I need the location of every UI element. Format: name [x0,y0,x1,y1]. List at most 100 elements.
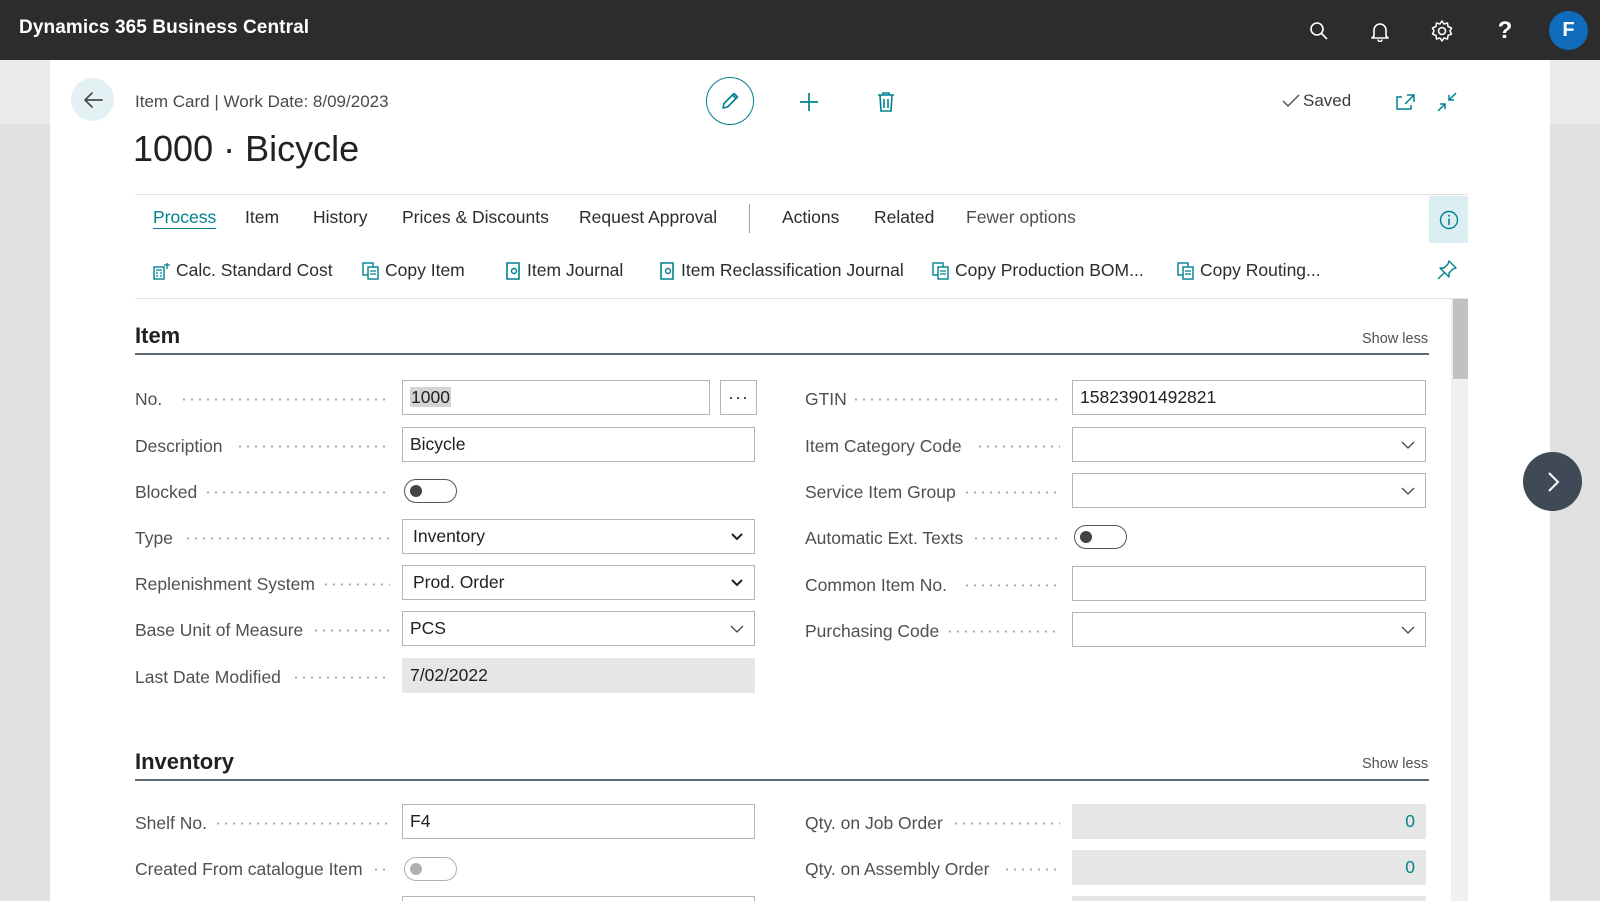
type-select[interactable]: Inventory [402,519,755,554]
inventory-show-less-link[interactable]: Show less [1362,756,1428,772]
base-unit-of-measure-label: Base Unit of Measure [135,620,304,640]
shelf-no-label: Shelf No. [135,813,207,833]
qty-on-assembly-order-field[interactable]: 0 [1072,850,1426,885]
delete-icon[interactable] [872,88,900,116]
journal-icon [660,261,674,280]
service-item-group-label: Service Item Group [805,482,956,502]
chevron-down-icon [1401,487,1415,495]
dot-leader [963,584,1060,587]
saved-status: Saved [1282,91,1351,111]
purchasing-code-field[interactable] [1072,612,1426,647]
item-show-less-link[interactable]: Show less [1362,331,1428,347]
type-value: Inventory [413,526,485,546]
avatar[interactable]: F [1549,11,1588,50]
pencil-icon [722,92,739,109]
copy-item-label: Copy Item [385,260,465,280]
created-from-catalogue-item-toggle [404,857,457,881]
replenishment-system-value: Prod. Order [413,572,505,592]
automatic-ext-texts-label: Automatic Ext. Texts [805,528,964,548]
saved-label: Saved [1303,91,1352,110]
inventory-section-divider [135,779,1429,781]
blocked-toggle[interactable] [404,479,457,503]
next-field-partial[interactable] [402,896,755,901]
search-icon[interactable] [1306,18,1332,44]
no-label: No. [135,389,163,409]
dot-leader [952,822,1060,825]
pin-icon[interactable] [1436,259,1458,286]
item-journal-label: Item Journal [527,260,624,280]
tab-process[interactable]: Process [153,207,216,228]
tab-actions[interactable]: Actions [782,207,839,228]
item-category-code-field[interactable] [1072,427,1426,462]
copy-routing-label: Copy Routing... [1200,260,1321,280]
dot-leader [292,676,390,679]
blocked-label: Blocked [135,482,198,502]
dot-leader [184,537,390,540]
scrollbar-track[interactable] [1451,299,1468,901]
shelf-no-field[interactable]: F4 [402,804,755,839]
page-title: 1000 · Bicycle [133,128,360,169]
calculator-icon [153,262,170,280]
back-button[interactable] [71,78,114,121]
gtin-label: GTIN [805,389,847,409]
dot-leader [204,491,390,494]
item-journal-button[interactable]: Item Journal [503,260,623,281]
common-item-no-field[interactable] [1072,566,1426,601]
fewer-options-button[interactable]: Fewer options [966,207,1076,228]
scrollbar-thumb[interactable] [1453,299,1468,379]
service-item-group-field[interactable] [1072,473,1426,508]
base-unit-of-measure-field[interactable]: PCS [402,611,755,646]
copy-icon [362,261,379,280]
type-label: Type [135,528,173,548]
no-field[interactable]: 1000 [402,380,710,415]
app-title[interactable]: Dynamics 365 Business Central [19,17,309,39]
gear-icon[interactable] [1429,18,1455,44]
bell-icon[interactable] [1367,18,1393,44]
description-field[interactable]: Bicycle [402,427,755,462]
automatic-ext-texts-toggle[interactable] [1074,525,1127,549]
qty-on-job-order-field[interactable]: 0 [1072,804,1426,839]
next-record-button[interactable] [1523,452,1582,511]
menu-separator [749,204,750,233]
calc-standard-cost-label: Calc. Standard Cost [176,260,333,280]
edit-button[interactable] [706,77,754,125]
chevron-right-icon [1547,471,1559,492]
item-reclassification-journal-button[interactable]: Item Reclassification Journal [657,260,904,281]
inventory-section-title[interactable]: Inventory [135,749,234,775]
copy-item-button[interactable]: Copy Item [361,260,465,281]
info-button[interactable] [1429,196,1468,243]
dot-leader [1003,868,1060,871]
open-new-window-icon[interactable] [1392,88,1420,116]
chevron-down-icon [731,579,743,587]
chevron-down-icon [731,533,743,541]
tab-prices-discounts[interactable]: Prices & Discounts [402,207,549,228]
no-lookup-button[interactable]: ··· [720,380,757,415]
dot-leader [852,398,1060,401]
add-icon[interactable] [795,88,823,116]
info-icon [1439,210,1458,229]
dot-leader [180,398,390,401]
tab-related[interactable]: Related [874,207,934,228]
chevron-down-icon [1401,626,1415,634]
copy-production-bom-button[interactable]: Copy Production BOM... [931,260,1144,281]
help-icon[interactable]: ? [1492,18,1518,44]
collapse-icon[interactable] [1433,88,1461,116]
replenishment-system-label: Replenishment System [135,574,315,594]
replenishment-system-select[interactable]: Prod. Order [402,565,755,600]
tab-item[interactable]: Item [245,207,279,228]
tab-request-approval[interactable]: Request Approval [579,207,717,228]
dot-leader [963,491,1060,494]
created-from-catalogue-item-label: Created From catalogue Item [135,859,363,879]
item-section-title[interactable]: Item [135,323,180,349]
last-date-modified-label: Last Date Modified [135,667,281,687]
copy-routing-button[interactable]: Copy Routing... [1176,260,1321,281]
description-label: Description [135,436,223,456]
copy-icon [1177,261,1194,280]
gtin-field[interactable]: 15823901492821 [1072,380,1426,415]
toggle-knob [410,863,422,875]
tab-history[interactable]: History [313,207,367,228]
item-section-divider [135,353,1429,355]
chevron-down-icon [730,625,744,633]
calc-standard-cost-button[interactable]: Calc. Standard Cost [152,260,333,281]
toggle-knob [1080,531,1092,543]
